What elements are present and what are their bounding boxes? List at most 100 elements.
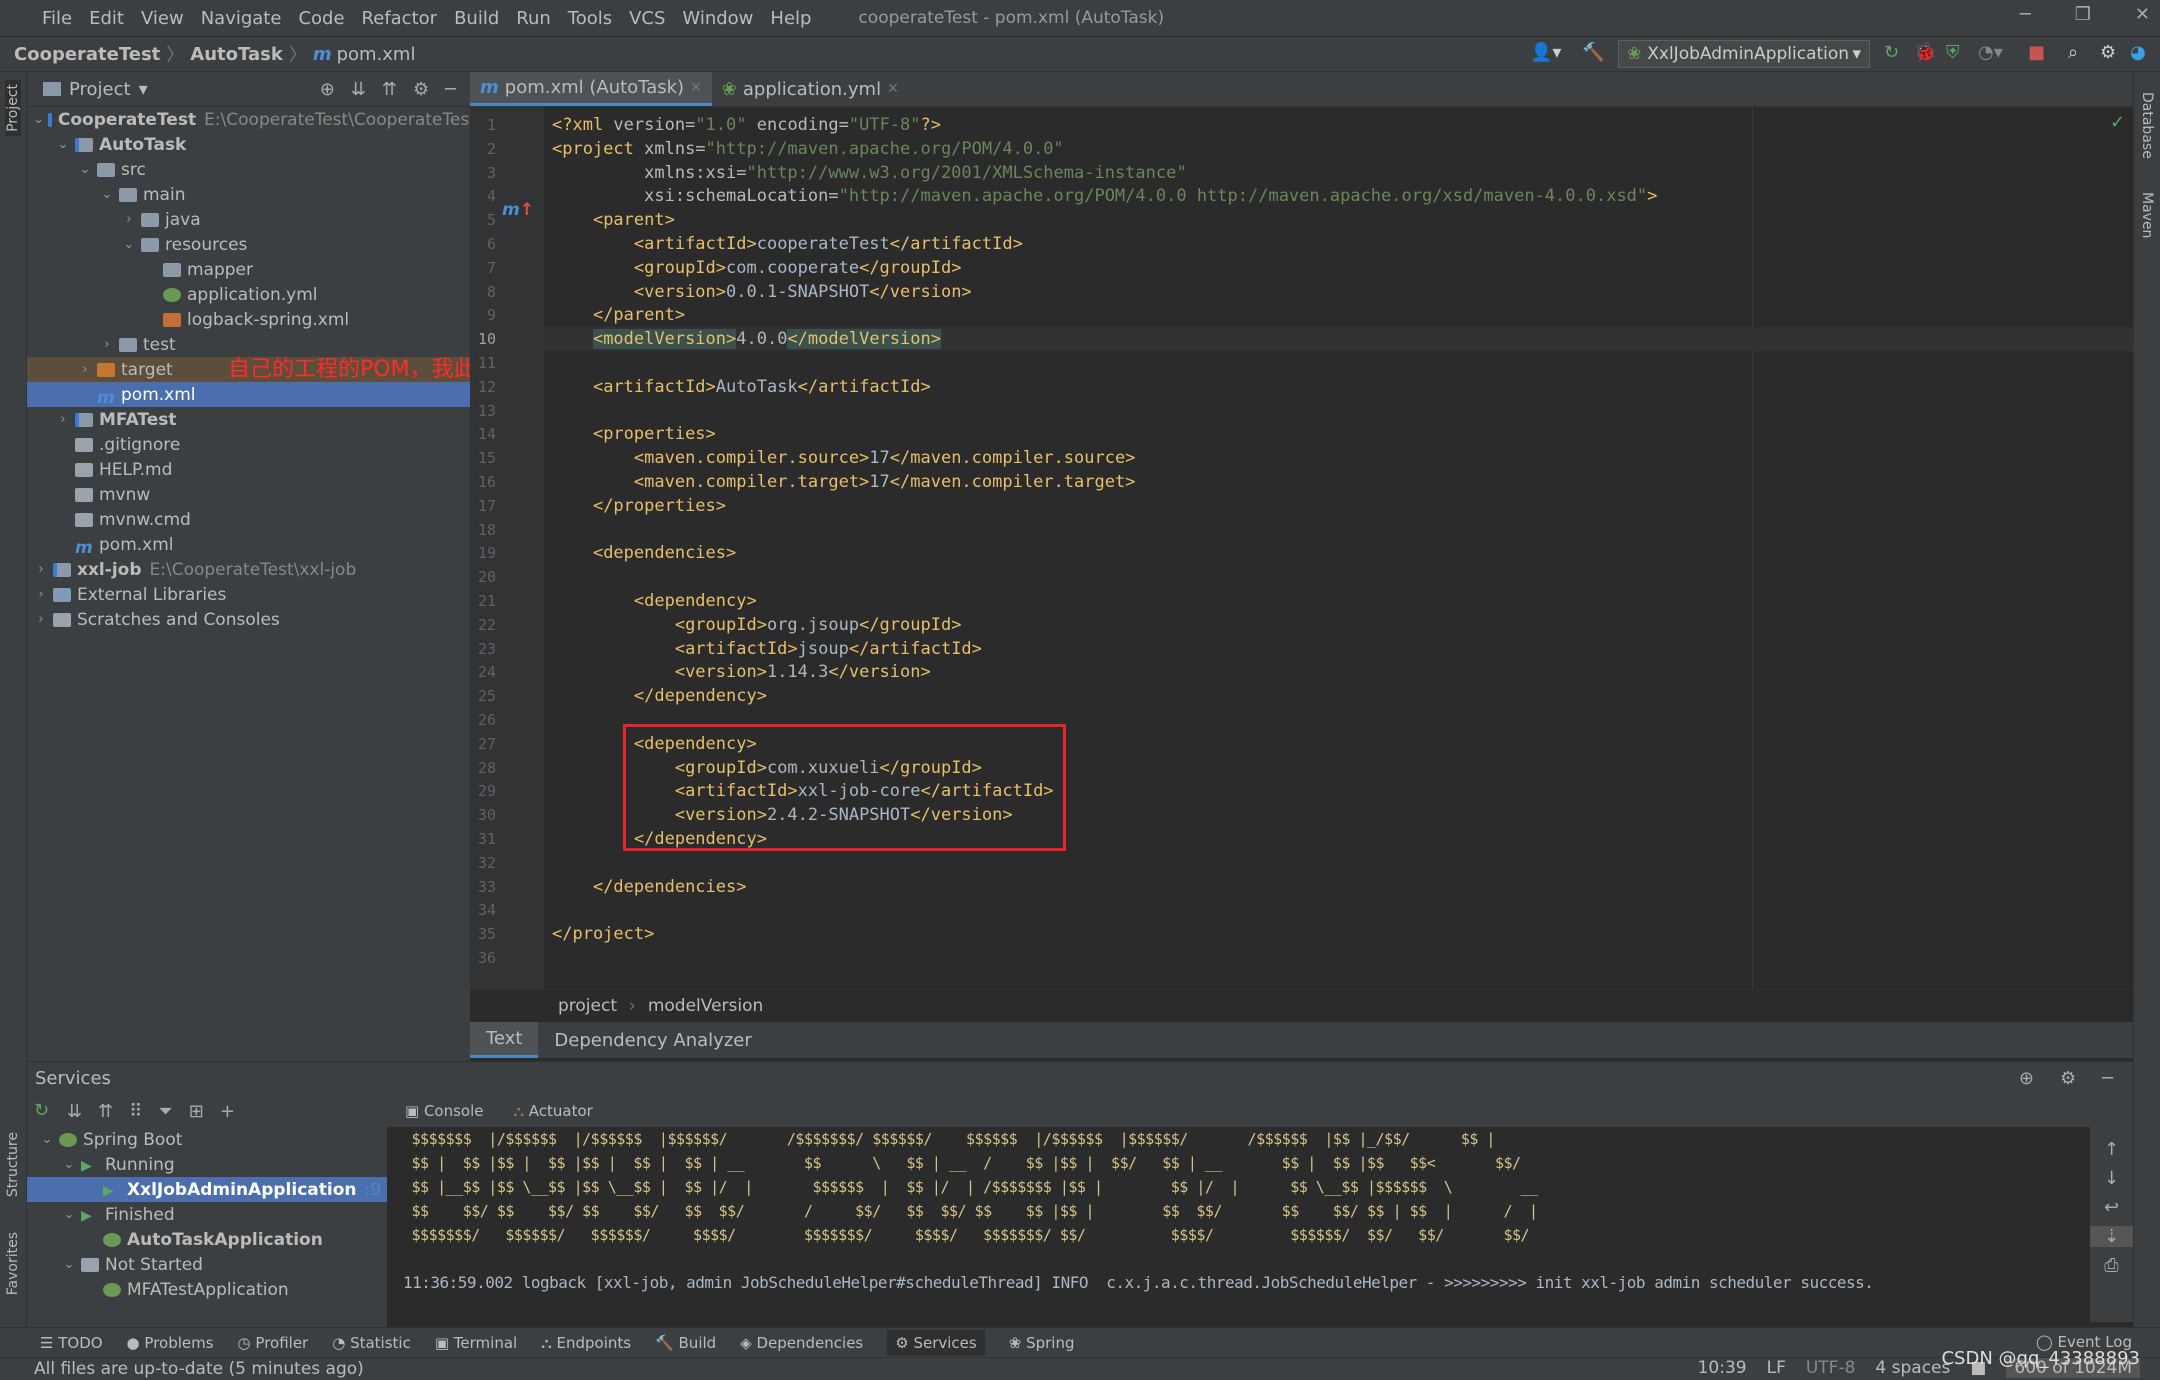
code-line[interactable]: xmlns:xsi="http://www.w3.org/2001/XMLSch… — [552, 161, 1186, 185]
tree-item[interactable]: ⌄ CooperateTest E:\CooperateTest\Cooperate… — [27, 107, 476, 132]
tree-item[interactable]: › Scratches and Consoles — [27, 607, 470, 632]
toolwindow-services[interactable]: ⚙ Services — [887, 1329, 985, 1356]
soft-wrap-icon[interactable]: ↩ — [2090, 1197, 2133, 1218]
chevron-icon[interactable]: ⌄ — [55, 137, 71, 152]
debug-icon[interactable]: 🐞 — [1914, 42, 1936, 63]
code-line[interactable]: </parent> — [552, 303, 685, 327]
tree-item[interactable]: › MFATest — [27, 407, 470, 432]
menu-view[interactable]: View — [141, 8, 184, 29]
gear-icon[interactable]: ⚙ — [2060, 1068, 2076, 1089]
locate-icon[interactable]: ⊕ — [320, 79, 335, 100]
toolwindow-spring[interactable]: ❀ Spring — [1009, 1334, 1075, 1352]
tree-item[interactable]: m pom.xml — [27, 532, 470, 558]
rerun-icon[interactable]: ↻ — [34, 1100, 56, 1121]
collapse-all-icon[interactable]: ⇈ — [98, 1101, 113, 1122]
tab-dependency-analyzer[interactable]: Dependency Analyzer — [538, 1022, 767, 1058]
close-icon[interactable]: ✕ — [887, 81, 899, 97]
toolwindow-profiler[interactable]: ◷ Profiler — [238, 1334, 309, 1352]
menu-tools[interactable]: Tools — [568, 8, 612, 29]
tree-item[interactable]: › xxl-job E:\CooperateTest\xxl-job — [27, 557, 470, 582]
file-encoding[interactable]: UTF-8 — [1806, 1358, 1856, 1378]
build-hammer-icon[interactable]: 🔨 — [1582, 42, 1604, 63]
toolwindow-statistic[interactable]: ◔ Statistic — [332, 1334, 411, 1352]
chevron-icon[interactable]: › — [33, 562, 49, 577]
code-line[interactable]: <maven.compiler.target>17</maven.compile… — [552, 470, 1136, 494]
stop-icon[interactable]: ■ — [2028, 42, 2045, 63]
tree-item[interactable]: logback-spring.xml — [27, 307, 470, 332]
scroll-up-icon[interactable]: ↑ — [2090, 1139, 2133, 1160]
close-icon[interactable]: ✕ — [690, 80, 702, 96]
tree-item[interactable]: application.yml — [27, 282, 470, 307]
group-icon[interactable]: ⠿ — [129, 1101, 142, 1122]
chevron-icon[interactable]: ⌄ — [33, 112, 44, 127]
tree-item[interactable]: mvnw — [27, 482, 470, 507]
tree-item[interactable]: ▶ XxlJobAdminApplication:9 — [27, 1177, 387, 1202]
menu-run[interactable]: Run — [516, 8, 551, 29]
expand-all-icon[interactable]: ⇊ — [67, 1101, 82, 1122]
add-icon[interactable]: + — [220, 1101, 235, 1122]
code-line[interactable]: <dependency> — [552, 589, 757, 613]
tree-item[interactable]: AutoTaskApplication — [27, 1227, 387, 1252]
project-tool-button[interactable]: Project — [5, 80, 21, 136]
favorites-tool-button[interactable]: Favorites — [5, 1232, 21, 1295]
toolbox-icon[interactable]: ◕ — [2130, 42, 2146, 63]
tree-item[interactable]: mvnw.cmd — [27, 507, 470, 532]
scroll-to-end-icon[interactable]: ⇣ — [2090, 1226, 2133, 1247]
code-line[interactable]: <parent> — [552, 208, 675, 232]
code-line[interactable]: </properties> — [552, 494, 726, 518]
structure-tool-button[interactable]: Structure — [5, 1132, 21, 1197]
chevron-down-icon[interactable]: ▾ — [139, 79, 148, 100]
tab-application-yml[interactable]: ❀ application.yml ✕ — [712, 72, 909, 106]
new-tab-icon[interactable]: ⊞ — [189, 1101, 204, 1122]
tree-item[interactable]: ⌄ resources — [27, 232, 470, 257]
tab-text[interactable]: Text — [470, 1022, 539, 1058]
code-line[interactable]: <version>0.0.1-SNAPSHOT</version> — [552, 280, 972, 304]
chevron-icon[interactable]: ⌄ — [61, 1157, 77, 1172]
code-line[interactable]: <artifactId>cooperateTest</artifactId> — [552, 232, 1023, 256]
tree-item[interactable]: MFATestApplication — [27, 1277, 387, 1302]
code-line[interactable]: <artifactId>jsoup</artifactId> — [552, 637, 982, 661]
code-line[interactable]: <?xml version="1.0" encoding="UTF-8"?> — [552, 113, 941, 137]
chevron-icon[interactable]: › — [33, 612, 49, 627]
coverage-icon[interactable]: ⛨ — [1946, 42, 1960, 63]
code-line[interactable]: xsi:schemaLocation="http://maven.apache.… — [552, 184, 1657, 208]
no-problems-check-icon[interactable]: ✓ — [2110, 112, 2125, 133]
tree-item[interactable]: ⌄ ▶ Finished — [27, 1202, 387, 1227]
breadcrumb-file[interactable]: pom.xml — [337, 44, 416, 65]
menu-navigate[interactable]: Navigate — [201, 8, 282, 29]
maven-tool-button[interactable]: Maven — [2139, 192, 2155, 238]
menu-edit[interactable]: Edit — [89, 8, 124, 29]
print-icon[interactable]: ⎙ — [2090, 1255, 2133, 1276]
menu-window[interactable]: Window — [682, 8, 753, 29]
database-tool-button[interactable]: Database — [2139, 92, 2155, 159]
breadcrumb-project-tag[interactable]: project — [558, 996, 617, 1016]
tree-item[interactable]: .gitignore — [27, 432, 470, 457]
hide-icon[interactable]: ─ — [445, 79, 456, 100]
chevron-icon[interactable]: ⌄ — [61, 1207, 77, 1222]
search-icon[interactable]: ⌕ — [2068, 42, 2078, 63]
chevron-icon[interactable]: › — [33, 587, 49, 602]
tree-item[interactable]: ⌄ src — [27, 157, 470, 182]
menu-code[interactable]: Code — [298, 8, 344, 29]
code-line[interactable]: <groupId>org.jsoup</groupId> — [552, 613, 962, 637]
tab-console[interactable]: ▣ Console — [405, 1102, 484, 1120]
project-view-select[interactable]: Project — [69, 79, 131, 100]
tree-item[interactable]: ⌄ Spring Boot — [27, 1127, 387, 1152]
close-icon[interactable]: ✕ — [2135, 4, 2150, 25]
chevron-icon[interactable]: ⌄ — [39, 1132, 55, 1147]
minimize-icon[interactable]: ─ — [2020, 4, 2031, 25]
breadcrumb-modelversion-tag[interactable]: modelVersion — [648, 996, 763, 1016]
tree-item[interactable]: › External Libraries — [27, 582, 470, 607]
code-line[interactable]: <properties> — [552, 422, 716, 446]
tree-item[interactable]: mapper — [27, 257, 470, 282]
chevron-icon[interactable]: ⌄ — [121, 237, 137, 252]
restore-icon[interactable]: ❐ — [2075, 4, 2091, 25]
caret-position[interactable]: 10:39 — [1698, 1358, 1747, 1378]
tree-item[interactable]: m pom.xml — [27, 382, 470, 408]
chevron-icon[interactable]: › — [99, 337, 115, 352]
toolwindow-terminal[interactable]: ▣ Terminal — [435, 1334, 517, 1352]
code-line[interactable]: <artifactId>AutoTask</artifactId> — [552, 375, 931, 399]
line-separator[interactable]: LF — [1767, 1358, 1786, 1378]
chevron-icon[interactable]: ⌄ — [61, 1257, 77, 1272]
tab-pom-xml[interactable]: m pom.xml (AutoTask) ✕ — [470, 72, 712, 106]
